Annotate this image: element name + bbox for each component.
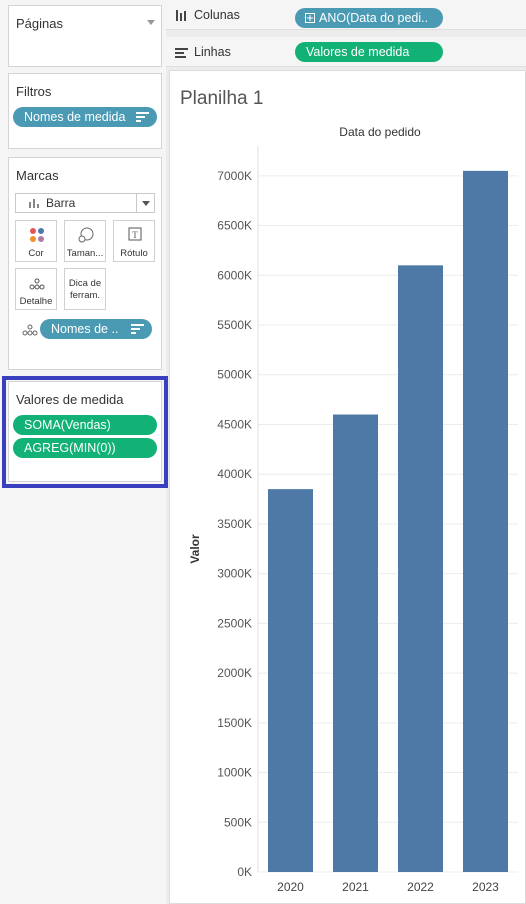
y-tick-label: 6000K <box>217 268 252 282</box>
bar-2023[interactable] <box>463 170 508 872</box>
y-tick-label: 2000K <box>217 666 252 680</box>
rows-label: Linhas <box>194 45 231 59</box>
bar-chart: Data do pedido 0K 500K 1000K 1500K 2000K 2500… <box>188 125 518 894</box>
column-header-title: Data do pedido <box>339 125 421 139</box>
mark-type-select[interactable]: Barra <box>15 193 155 213</box>
filtros-card[interactable]: Filtros Nomes de medida <box>8 73 162 149</box>
label-button[interactable]: T Rótulo <box>113 220 155 262</box>
y-tick-label: 0K <box>237 865 252 879</box>
y-tick-labels: 0K 500K 1000K 1500K 2000K 2500K 3000K 3500K 4000… <box>217 169 252 879</box>
size-icon <box>78 227 94 243</box>
svg-text:T: T <box>132 230 138 240</box>
rows-pill-valores-de-medida[interactable]: Valores de medida <box>295 42 443 62</box>
text-label-icon: T <box>128 227 142 241</box>
columns-pill-label: ANO(Data do pedi.. <box>319 11 429 25</box>
marcas-card[interactable]: Marcas Barra Cor Taman... T Rótulo Detal… <box>8 157 162 370</box>
tooltip-button[interactable]: Dica de ferram. <box>64 268 106 310</box>
filter-pill-nomes-de-medida[interactable]: Nomes de medida <box>13 107 157 127</box>
left-panel: Páginas Filtros Nomes de medida Marcas B… <box>0 0 166 904</box>
columns-label: Colunas <box>194 8 240 22</box>
expand-plus-icon[interactable] <box>305 13 315 23</box>
label-label: Rótulo <box>120 248 148 259</box>
rows-icon <box>175 48 188 58</box>
bars <box>268 170 508 872</box>
measure-pill-soma-vendas[interactable]: SOMA(Vendas) <box>13 415 157 435</box>
paginas-card[interactable]: Páginas <box>8 5 162 67</box>
y-tick-label: 4500K <box>217 417 252 431</box>
size-button[interactable]: Taman... <box>64 220 106 262</box>
sort-icon <box>131 324 144 334</box>
tooltip-label-line2: ferram. <box>69 290 101 301</box>
y-tick-label: 1000K <box>217 766 252 780</box>
x-tick-label: 2021 <box>342 880 369 894</box>
size-label: Taman... <box>66 248 104 259</box>
y-tick-label: 5000K <box>217 368 252 382</box>
chevron-down-icon[interactable] <box>136 194 154 212</box>
bar-2020[interactable] <box>268 489 313 872</box>
columns-pill-ano-data-do-pedido[interactable]: ANO(Data do pedi.. <box>295 8 443 28</box>
color-label: Cor <box>28 248 44 259</box>
y-tick-label: 2500K <box>217 616 252 630</box>
worksheet-canvas[interactable]: Planilha 1 Data do pedido 0K 500K 1000K 150… <box>169 70 526 904</box>
detail-icon <box>29 278 45 290</box>
y-axis-label: Valor <box>188 534 202 564</box>
rows-shelf[interactable]: Linhas Valores de medida <box>166 37 526 67</box>
filtros-title: Filtros <box>16 84 52 99</box>
x-tick-labels: 2020 2021 2022 2023 <box>277 880 499 894</box>
detail-label: Detalhe <box>19 296 53 307</box>
paginas-title: Páginas <box>16 16 63 31</box>
valores-de-medida-card[interactable]: Valores de medida SOMA(Vendas) AGREG(MIN… <box>8 381 162 482</box>
mark-type-label: Barra <box>46 196 76 210</box>
y-tick-label: 1500K <box>217 716 252 730</box>
color-button[interactable]: Cor <box>15 220 57 262</box>
color-icon <box>30 228 44 242</box>
measure-pill-agreg-min[interactable]: AGREG(MIN(0)) <box>13 438 157 458</box>
detail-mark-icon <box>22 324 38 336</box>
y-tick-label: 4000K <box>217 467 252 481</box>
valores-de-medida-title: Valores de medida <box>16 392 124 407</box>
y-tick-label: 3500K <box>217 517 252 531</box>
x-tick-label: 2022 <box>407 880 434 894</box>
detail-button[interactable]: Detalhe <box>15 268 57 310</box>
y-tick-label: 5500K <box>217 318 252 332</box>
filter-pill-label: Nomes de medida <box>24 110 126 124</box>
detail-pill-nomes-de-medida[interactable]: Nomes de .. <box>40 319 152 339</box>
tooltip-label-line1: Dica de <box>68 278 102 289</box>
x-tick-label: 2020 <box>277 880 304 894</box>
x-tick-label: 2023 <box>472 880 499 894</box>
y-tick-label: 500K <box>224 815 252 829</box>
detail-pill-label: Nomes de .. <box>51 322 119 336</box>
bar-chart-icon <box>29 199 39 208</box>
columns-icon <box>176 10 186 21</box>
sort-icon <box>136 112 149 122</box>
bar-2022[interactable] <box>398 265 443 872</box>
columns-shelf[interactable]: Colunas ANO(Data do pedi.. <box>166 0 526 30</box>
y-tick-label: 7000K <box>217 169 252 183</box>
bar-2021[interactable] <box>333 414 378 872</box>
y-tick-label: 3000K <box>217 567 252 581</box>
y-tick-label: 6500K <box>217 219 252 233</box>
marcas-title: Marcas <box>16 168 59 183</box>
paginas-dropdown-icon[interactable] <box>147 20 155 25</box>
